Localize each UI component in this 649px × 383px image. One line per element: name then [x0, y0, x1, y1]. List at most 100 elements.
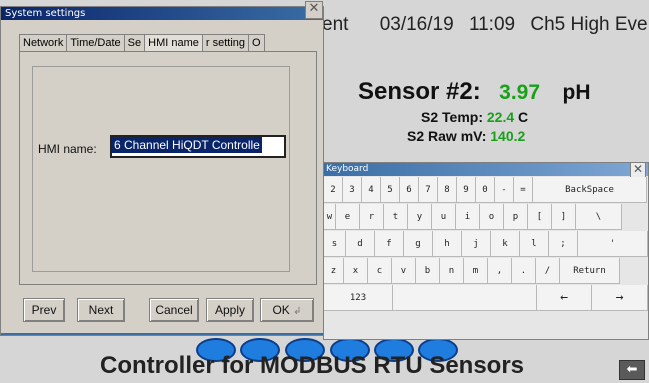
key[interactable]: v [392, 258, 416, 284]
key[interactable]: ] [552, 204, 576, 230]
settings-tabs: Network Time/Date Se HMI name r setting … [19, 34, 265, 52]
temp-unit: C [518, 109, 529, 125]
footer-title: Controller for MODBUS RTU Sensors [100, 352, 525, 379]
key-row-2: w e r t y u i o p [ ] \ [324, 204, 622, 230]
key-row-5: 123 ← → [324, 285, 648, 311]
key[interactable]: i [456, 204, 480, 230]
key[interactable]: s [324, 231, 346, 257]
key[interactable]: c [368, 258, 392, 284]
tab-hmi-name[interactable]: HMI name [144, 34, 203, 52]
close-button[interactable]: ✕ [305, 1, 323, 19]
key[interactable]: d [346, 231, 375, 257]
hmi-name-panel [19, 51, 317, 285]
close-icon: ✕ [632, 162, 644, 176]
key[interactable]: 6 [400, 177, 419, 203]
key[interactable]: [ [528, 204, 552, 230]
hmi-name-input[interactable]: 6 Channel HiQDT Controlle [110, 135, 286, 158]
system-settings-dialog: System settings ✕ Network Time/Date Se H… [0, 1, 324, 336]
raw-value: 140.2 [490, 128, 526, 144]
key[interactable]: 2 [324, 177, 343, 203]
key[interactable]: x [344, 258, 368, 284]
key[interactable]: 7 [419, 177, 438, 203]
backspace-key[interactable]: BackSpace [533, 177, 647, 203]
key[interactable]: 5 [381, 177, 400, 203]
tab-network[interactable]: Network [19, 34, 68, 52]
keyboard-title: Keyboard [326, 164, 369, 174]
virtual-keyboard: Keyboard ✕ 2 3 4 5 6 7 8 9 0 - = BackSpa… [323, 162, 649, 340]
key[interactable]: n [440, 258, 464, 284]
key[interactable]: w [324, 204, 336, 230]
key[interactable]: , [488, 258, 512, 284]
ok-button[interactable]: OK ↲ [260, 298, 314, 322]
sensor2-unit: pH [562, 81, 591, 104]
key-row-4: z x c v b n m , . / Return [324, 258, 620, 284]
key[interactable]: m [464, 258, 488, 284]
return-key[interactable]: Return [560, 258, 620, 284]
key[interactable]: y [408, 204, 432, 230]
key[interactable]: l [520, 231, 549, 257]
key[interactable]: p [504, 204, 528, 230]
key[interactable]: = [514, 177, 533, 203]
key[interactable]: - [495, 177, 514, 203]
close-icon: ✕ [308, 1, 320, 16]
key[interactable]: t [384, 204, 408, 230]
key-row-1: 2 3 4 5 6 7 8 9 0 - = BackSpace [324, 177, 647, 203]
ok-label: OK [272, 303, 290, 317]
key[interactable]: 8 [438, 177, 457, 203]
back-button[interactable]: ⬅ [619, 360, 645, 380]
key[interactable]: h [433, 231, 462, 257]
raw-label: S2 Raw mV: [407, 128, 487, 144]
temp-value: 22.4 [486, 109, 515, 125]
arrow-right-key[interactable]: → [592, 285, 648, 311]
hmi-name-value: 6 Channel HiQDT Controlle [112, 137, 262, 153]
key[interactable]: 9 [457, 177, 476, 203]
sensor2-temp-row: S2 Temp: 22.4 C [421, 109, 528, 125]
key[interactable]: r [360, 204, 384, 230]
apply-button[interactable]: Apply [206, 298, 254, 322]
cancel-button[interactable]: Cancel [149, 298, 199, 322]
temp-label: S2 Temp: [421, 109, 483, 125]
window-bottom-strip [1, 333, 323, 335]
key[interactable]: k [491, 231, 520, 257]
key[interactable]: g [404, 231, 433, 257]
hmi-name-label: HMI name: [38, 142, 97, 156]
tab-se[interactable]: Se [123, 34, 146, 52]
key[interactable]: / [536, 258, 560, 284]
prev-button[interactable]: Prev [23, 298, 65, 322]
key[interactable]: z [324, 258, 344, 284]
tab-time-date[interactable]: Time/Date [66, 34, 125, 52]
key[interactable]: . [512, 258, 536, 284]
key[interactable]: f [375, 231, 404, 257]
arrow-left-icon: ⬅ [626, 362, 638, 377]
keyboard-titlebar[interactable]: Keyboard ✕ [324, 162, 648, 178]
key[interactable]: o [480, 204, 504, 230]
alarm-text: Ch5 High Eve [530, 14, 648, 35]
date: 03/16/19 [379, 14, 454, 35]
dialog-title: System settings [5, 8, 86, 19]
key[interactable]: ' [578, 231, 648, 257]
sensor2-reading: Sensor #2: 3.97 pH [358, 78, 591, 106]
tab-r-setting[interactable]: r setting [201, 34, 250, 52]
dialog-titlebar[interactable]: System settings ✕ [1, 1, 323, 20]
sensor2-title: Sensor #2: [358, 78, 481, 105]
status-header: ent 03/16/19 11:09 Ch5 High Eve [322, 14, 649, 36]
key[interactable]: b [416, 258, 440, 284]
space-key[interactable] [393, 285, 537, 311]
keyboard-close-button[interactable]: ✕ [630, 162, 646, 178]
key[interactable]: j [462, 231, 491, 257]
key[interactable]: ; [549, 231, 578, 257]
key[interactable]: 4 [362, 177, 381, 203]
key[interactable]: u [432, 204, 456, 230]
key[interactable]: e [336, 204, 360, 230]
tab-o[interactable]: O [248, 34, 265, 52]
key[interactable]: 0 [476, 177, 495, 203]
enter-icon: ↲ [293, 306, 302, 317]
key-row-3: s d f g h j k l ; ' [324, 231, 648, 257]
arrow-left-key[interactable]: ← [537, 285, 592, 311]
next-button[interactable]: Next [77, 298, 125, 322]
key[interactable]: \ [576, 204, 622, 230]
sensor2-raw-row: S2 Raw mV: 140.2 [407, 128, 525, 144]
key[interactable]: 3 [343, 177, 362, 203]
header-partial: ent [322, 14, 349, 35]
numeric-toggle-key[interactable]: 123 [324, 285, 393, 311]
